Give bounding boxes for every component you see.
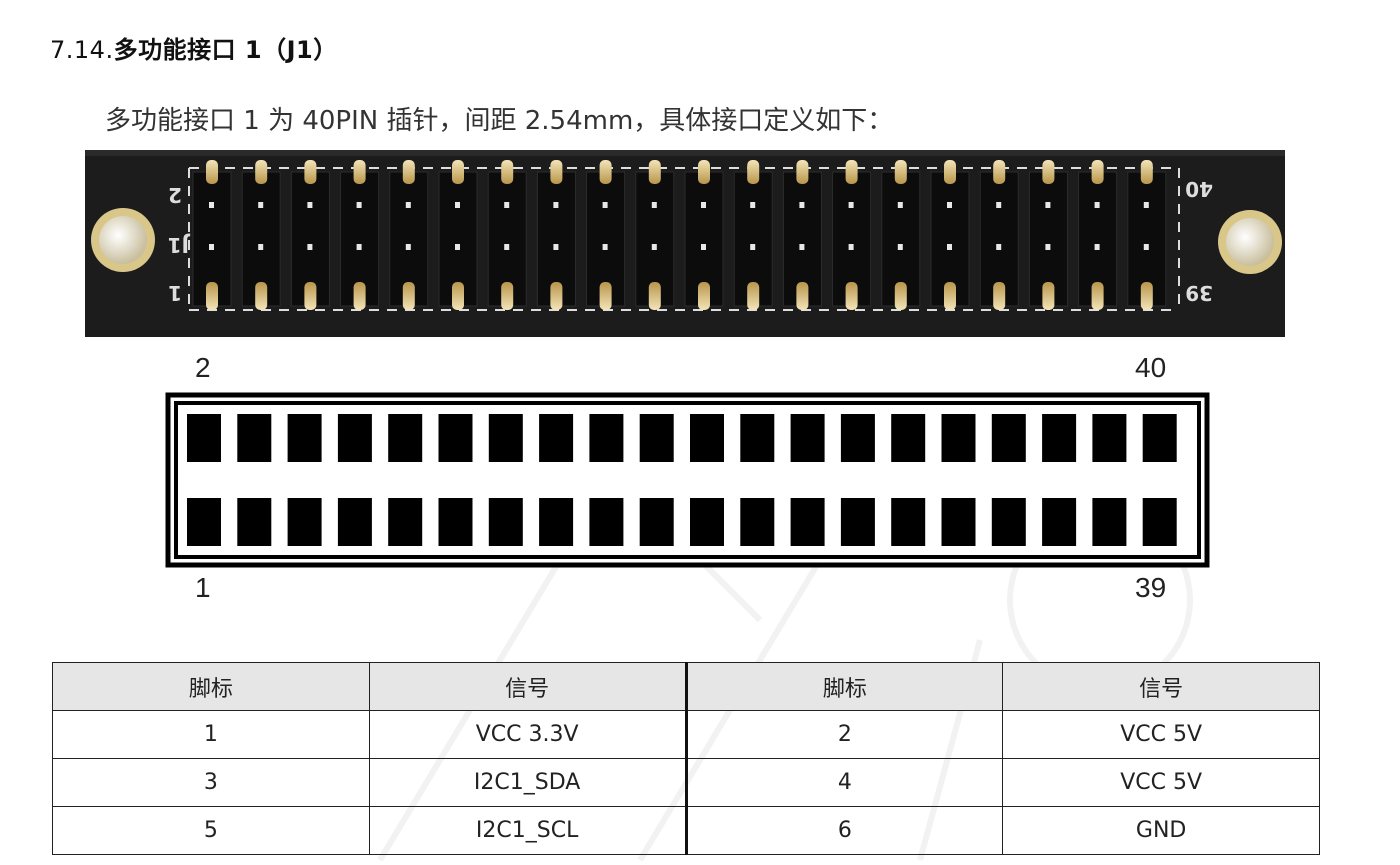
pin-square	[438, 414, 473, 462]
silkscreen-label: 1	[168, 281, 182, 305]
pin-column	[536, 160, 576, 310]
header-signal: 信号	[368, 662, 688, 711]
header-photo: 2 J1 1 40 39	[85, 150, 1285, 337]
section-number: 7.14.	[50, 36, 114, 64]
pin-square	[237, 498, 272, 546]
pin-diagram: 2 40 1 39	[165, 350, 1225, 610]
pin-square	[589, 414, 624, 462]
pin-square	[1042, 498, 1077, 546]
pin-cell: 6	[685, 806, 1004, 855]
pin-square	[388, 414, 423, 462]
pin-square	[1042, 414, 1077, 462]
pin-square	[991, 414, 1026, 462]
signal-cell: VCC 3.3V	[368, 710, 688, 759]
pin-column	[586, 160, 626, 310]
header-outline	[165, 392, 1210, 568]
pin-square	[237, 414, 272, 462]
pin-column	[389, 160, 429, 310]
pin-square	[790, 498, 825, 546]
table-row: 3 I2C1_SDA 4 VCC 5V	[52, 758, 1320, 807]
signal-cell: I2C1_SDA	[368, 758, 688, 807]
pin-square	[187, 498, 221, 546]
pin-column	[733, 160, 773, 310]
pin-cell: 1	[52, 710, 370, 759]
pin-column	[832, 160, 872, 310]
pin-cell: 5	[52, 806, 370, 855]
pin-square	[840, 414, 875, 462]
pin-square	[891, 414, 926, 462]
diagram-label-bottom-left: 1	[195, 572, 211, 603]
section-title: 多功能接口 1（J1）	[113, 36, 338, 64]
signal-cell: VCC 5V	[1002, 758, 1320, 807]
intro-paragraph: 多功能接口 1 为 40PIN 插针，间距 2.54mm，具体接口定义如下：	[105, 106, 894, 136]
pin-square	[790, 414, 825, 462]
pin-column	[1028, 160, 1068, 310]
pin-column	[635, 160, 675, 310]
pin-column	[1127, 160, 1167, 310]
silkscreen-label: 40	[1185, 177, 1213, 201]
pin-square	[1142, 414, 1177, 462]
silkscreen-label: 2	[168, 183, 182, 207]
pin-square	[690, 498, 724, 546]
signal-cell: I2C1_SCL	[368, 806, 688, 855]
pin-square	[690, 414, 724, 462]
signal-cell: GND	[1002, 806, 1320, 855]
section-heading: 7.14.多功能接口 1（J1）	[50, 30, 338, 65]
table-row: 5 I2C1_SCL 6 GND	[52, 806, 1320, 855]
pin-square	[438, 498, 473, 546]
pin-square	[187, 414, 221, 462]
pin-column	[290, 160, 330, 310]
pin-column	[487, 160, 527, 310]
header-signal: 信号	[1002, 662, 1320, 711]
pin-square	[1142, 498, 1177, 546]
pin-square	[337, 414, 372, 462]
pin-column	[241, 160, 281, 310]
pin-square	[488, 498, 523, 546]
pin-column	[192, 160, 232, 310]
pin-square	[639, 498, 674, 546]
pin-square	[589, 498, 624, 546]
pin-square	[1092, 414, 1127, 462]
pin-column	[979, 160, 1019, 310]
pin-column	[930, 160, 970, 310]
pin-square	[941, 414, 976, 462]
diagram-label-bottom-right: 39	[1135, 572, 1167, 603]
pin-square	[287, 414, 322, 462]
silkscreen-label: J1	[168, 233, 191, 257]
pin-square	[891, 498, 926, 546]
pin-cell: 3	[52, 758, 370, 807]
pin-square	[539, 498, 574, 546]
pin-square	[840, 498, 875, 546]
pin-column	[340, 160, 380, 310]
signal-cell: VCC 5V	[1002, 710, 1320, 759]
pin-column	[782, 160, 822, 310]
pin-square	[639, 414, 674, 462]
pin-square	[991, 498, 1026, 546]
pin-cell: 4	[685, 758, 1004, 807]
pin-square	[287, 498, 322, 546]
silkscreen-label: 39	[1185, 281, 1213, 305]
pin-column	[881, 160, 921, 310]
pin-square	[388, 498, 423, 546]
pin-table: 脚标 信号 脚标 信号 1 VCC 3.3V 2 VCC 5V 3 I2C1_S…	[52, 662, 1320, 855]
pin-column	[438, 160, 478, 310]
pin-column	[1078, 160, 1118, 310]
pin-cell: 2	[685, 710, 1004, 759]
pin-square	[740, 498, 775, 546]
header-pin: 脚标	[52, 662, 370, 711]
pin-square	[539, 414, 574, 462]
table-header-row: 脚标 信号 脚标 信号	[52, 662, 1320, 711]
pin-column	[684, 160, 724, 310]
pin-square	[1092, 498, 1127, 546]
diagram-label-top-right: 40	[1135, 352, 1167, 383]
pin-square	[488, 414, 523, 462]
pin-square	[941, 498, 976, 546]
diagram-label-top-left: 2	[195, 352, 211, 383]
pin-square	[337, 498, 372, 546]
table-row: 1 VCC 3.3V 2 VCC 5V	[52, 710, 1320, 759]
header-pin: 脚标	[685, 662, 1004, 711]
pin-square	[740, 414, 775, 462]
